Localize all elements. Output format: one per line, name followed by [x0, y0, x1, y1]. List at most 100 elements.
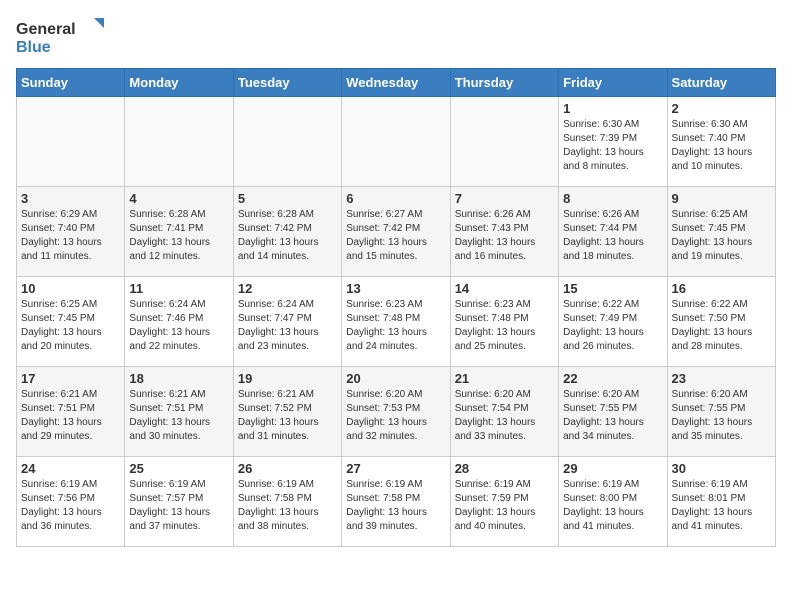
- calendar-cell: 23Sunrise: 6:20 AMSunset: 7:55 PMDayligh…: [667, 367, 775, 457]
- day-info: Sunrise: 6:19 AMSunset: 8:00 PMDaylight:…: [563, 478, 662, 534]
- calendar-cell: 1Sunrise: 6:30 AMSunset: 7:39 PMDaylight…: [559, 97, 667, 187]
- day-info: Sunrise: 6:24 AMSunset: 7:47 PMDaylight:…: [238, 298, 337, 354]
- calendar-cell: 28 Sunrise: 6:19 AMSunset: 7:59 PMDayligh…: [450, 457, 558, 547]
- logo-svg: General Blue: [16, 16, 106, 56]
- day-info: Sunrise: 6:21 AMSunset: 7:51 PMDaylight:…: [129, 388, 228, 444]
- logo-container: General Blue: [16, 16, 106, 56]
- calendar-cell: [17, 97, 125, 187]
- header: General Blue: [16, 16, 776, 56]
- day-number: 7: [455, 191, 554, 206]
- svg-text:Blue: Blue: [16, 39, 51, 56]
- day-number: 3: [21, 191, 120, 206]
- day-number: 15: [563, 281, 662, 296]
- day-number: 30: [672, 461, 771, 476]
- day-info: Sunrise: 6:29 AMSunset: 7:40 PMDaylight:…: [21, 208, 120, 264]
- header-day-thursday: Thursday: [450, 69, 558, 97]
- day-info: Sunrise: 6:19 AMSunset: 7:59 PMDaylight:…: [455, 478, 554, 534]
- day-number: 10: [21, 281, 120, 296]
- day-info: Sunrise: 6:19 AMSunset: 7:57 PMDaylight:…: [129, 478, 228, 534]
- calendar-cell: 14Sunrise: 6:23 AMSunset: 7:48 PMDayligh…: [450, 277, 558, 367]
- day-number: 19: [238, 371, 337, 386]
- calendar-cell: 21 Sunrise: 6:20 AMSunset: 7:54 PMDayligh…: [450, 367, 558, 457]
- calendar-cell: 4 Sunrise: 6:28 AMSunset: 7:41 PMDaylight…: [125, 187, 233, 277]
- day-info: Sunrise: 6:30 AMSunset: 7:40 PMDaylight:…: [672, 118, 771, 174]
- calendar-cell: [125, 97, 233, 187]
- calendar-cell: 5 Sunrise: 6:28 AMSunset: 7:42 PMDaylight…: [233, 187, 341, 277]
- calendar-cell: 16 Sunrise: 6:22 AMSunset: 7:50 PMDayligh…: [667, 277, 775, 367]
- calendar-cell: 30 Sunrise: 6:19 AMSunset: 8:01 PMDayligh…: [667, 457, 775, 547]
- calendar-cell: 25Sunrise: 6:19 AMSunset: 7:57 PMDayligh…: [125, 457, 233, 547]
- day-number: 24: [21, 461, 120, 476]
- calendar-cell: 2 Sunrise: 6:30 AMSunset: 7:40 PMDaylight…: [667, 97, 775, 187]
- calendar-week-4: 24 Sunrise: 6:19 AMSunset: 7:56 PMDayligh…: [17, 457, 776, 547]
- day-info: Sunrise: 6:28 AMSunset: 7:42 PMDaylight:…: [238, 208, 337, 264]
- day-info: Sunrise: 6:25 AMSunset: 7:45 PMDaylight:…: [21, 298, 120, 354]
- day-info: Sunrise: 6:22 AMSunset: 7:49 PMDaylight:…: [563, 298, 662, 354]
- calendar-cell: 11 Sunrise: 6:24 AMSunset: 7:46 PMDayligh…: [125, 277, 233, 367]
- day-number: 8: [563, 191, 662, 206]
- day-number: 28: [455, 461, 554, 476]
- calendar-week-2: 10 Sunrise: 6:25 AMSunset: 7:45 PMDayligh…: [17, 277, 776, 367]
- day-number: 6: [346, 191, 445, 206]
- day-info: Sunrise: 6:19 AMSunset: 7:56 PMDaylight:…: [21, 478, 120, 534]
- day-number: 13: [346, 281, 445, 296]
- day-info: Sunrise: 6:19 AMSunset: 8:01 PMDaylight:…: [672, 478, 771, 534]
- day-info: Sunrise: 6:20 AMSunset: 7:55 PMDaylight:…: [563, 388, 662, 444]
- logo: General Blue: [16, 16, 106, 56]
- calendar-cell: 22 Sunrise: 6:20 AMSunset: 7:55 PMDayligh…: [559, 367, 667, 457]
- day-number: 2: [672, 101, 771, 116]
- day-info: Sunrise: 6:21 AMSunset: 7:52 PMDaylight:…: [238, 388, 337, 444]
- day-number: 22: [563, 371, 662, 386]
- day-number: 12: [238, 281, 337, 296]
- calendar-cell: 27Sunrise: 6:19 AMSunset: 7:58 PMDayligh…: [342, 457, 450, 547]
- calendar-cell: 3 Sunrise: 6:29 AMSunset: 7:40 PMDaylight…: [17, 187, 125, 277]
- day-number: 29: [563, 461, 662, 476]
- calendar-cell: 9Sunrise: 6:25 AMSunset: 7:45 PMDaylight…: [667, 187, 775, 277]
- day-number: 16: [672, 281, 771, 296]
- header-row: SundayMondayTuesdayWednesdayThursdayFrid…: [17, 69, 776, 97]
- calendar-cell: 17 Sunrise: 6:21 AMSunset: 7:51 PMDayligh…: [17, 367, 125, 457]
- day-info: Sunrise: 6:26 AMSunset: 7:43 PMDaylight:…: [455, 208, 554, 264]
- day-info: Sunrise: 6:30 AMSunset: 7:39 PMDaylight:…: [563, 118, 662, 174]
- day-info: Sunrise: 6:23 AMSunset: 7:48 PMDaylight:…: [346, 298, 445, 354]
- calendar-cell: 8 Sunrise: 6:26 AMSunset: 7:44 PMDaylight…: [559, 187, 667, 277]
- calendar-cell: 6 Sunrise: 6:27 AMSunset: 7:42 PMDaylight…: [342, 187, 450, 277]
- header-day-sunday: Sunday: [17, 69, 125, 97]
- header-day-monday: Monday: [125, 69, 233, 97]
- calendar-week-0: 1Sunrise: 6:30 AMSunset: 7:39 PMDaylight…: [17, 97, 776, 187]
- calendar-cell: 24 Sunrise: 6:19 AMSunset: 7:56 PMDayligh…: [17, 457, 125, 547]
- day-number: 17: [21, 371, 120, 386]
- day-info: Sunrise: 6:19 AMSunset: 7:58 PMDaylight:…: [238, 478, 337, 534]
- day-number: 9: [672, 191, 771, 206]
- day-info: Sunrise: 6:26 AMSunset: 7:44 PMDaylight:…: [563, 208, 662, 264]
- calendar-cell: 15 Sunrise: 6:22 AMSunset: 7:49 PMDayligh…: [559, 277, 667, 367]
- day-info: Sunrise: 6:20 AMSunset: 7:53 PMDaylight:…: [346, 388, 445, 444]
- day-number: 4: [129, 191, 228, 206]
- day-info: Sunrise: 6:20 AMSunset: 7:54 PMDaylight:…: [455, 388, 554, 444]
- day-number: 26: [238, 461, 337, 476]
- day-number: 20: [346, 371, 445, 386]
- day-info: Sunrise: 6:24 AMSunset: 7:46 PMDaylight:…: [129, 298, 228, 354]
- day-number: 21: [455, 371, 554, 386]
- day-info: Sunrise: 6:19 AMSunset: 7:58 PMDaylight:…: [346, 478, 445, 534]
- day-info: Sunrise: 6:27 AMSunset: 7:42 PMDaylight:…: [346, 208, 445, 264]
- calendar-cell: 20 Sunrise: 6:20 AMSunset: 7:53 PMDayligh…: [342, 367, 450, 457]
- day-info: Sunrise: 6:28 AMSunset: 7:41 PMDaylight:…: [129, 208, 228, 264]
- calendar-cell: [342, 97, 450, 187]
- svg-text:General: General: [16, 21, 76, 38]
- calendar-cell: 29 Sunrise: 6:19 AMSunset: 8:00 PMDayligh…: [559, 457, 667, 547]
- calendar-cell: 19 Sunrise: 6:21 AMSunset: 7:52 PMDayligh…: [233, 367, 341, 457]
- calendar-week-1: 3 Sunrise: 6:29 AMSunset: 7:40 PMDaylight…: [17, 187, 776, 277]
- day-number: 5: [238, 191, 337, 206]
- calendar-cell: 13 Sunrise: 6:23 AMSunset: 7:48 PMDayligh…: [342, 277, 450, 367]
- day-info: Sunrise: 6:23 AMSunset: 7:48 PMDaylight:…: [455, 298, 554, 354]
- calendar-cell: [233, 97, 341, 187]
- calendar-cell: 26 Sunrise: 6:19 AMSunset: 7:58 PMDayligh…: [233, 457, 341, 547]
- day-info: Sunrise: 6:22 AMSunset: 7:50 PMDaylight:…: [672, 298, 771, 354]
- calendar-cell: [450, 97, 558, 187]
- header-day-saturday: Saturday: [667, 69, 775, 97]
- day-info: Sunrise: 6:21 AMSunset: 7:51 PMDaylight:…: [21, 388, 120, 444]
- day-number: 11: [129, 281, 228, 296]
- header-day-friday: Friday: [559, 69, 667, 97]
- header-day-tuesday: Tuesday: [233, 69, 341, 97]
